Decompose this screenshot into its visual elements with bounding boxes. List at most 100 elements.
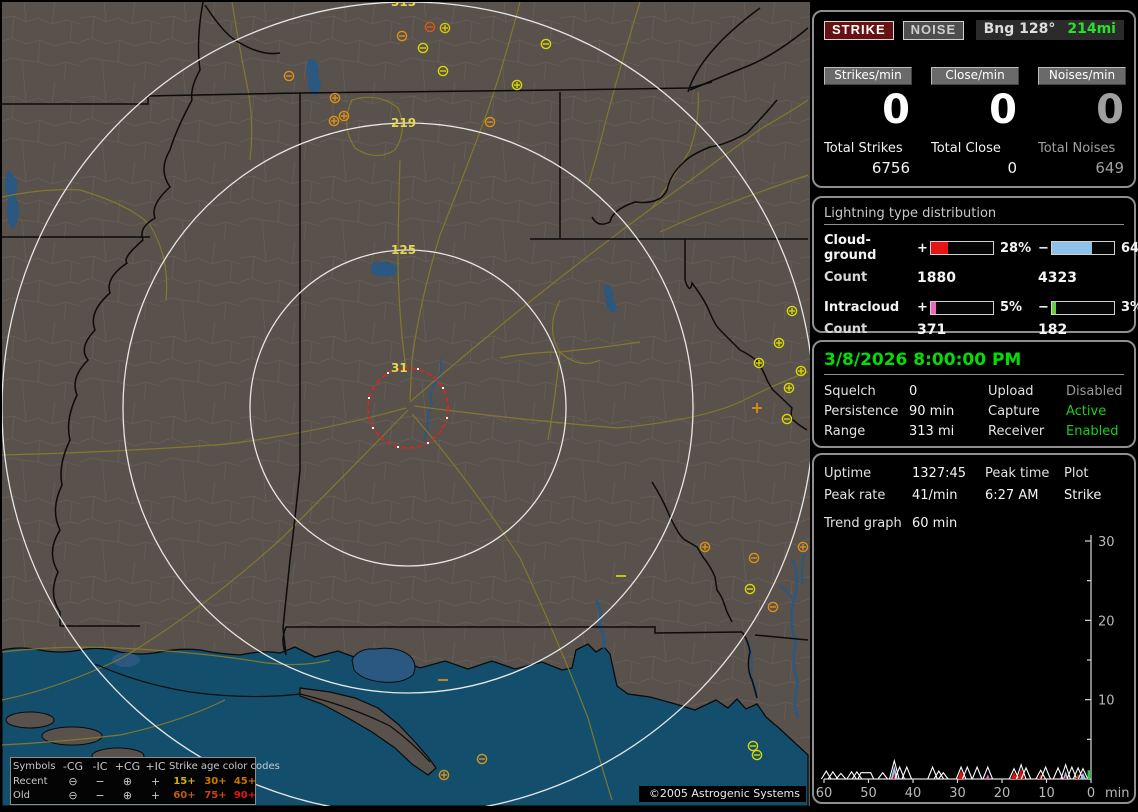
count-label: Count [824, 322, 917, 338]
total-strikes-label: Total Strikes [824, 141, 912, 156]
age-45: 45+ [231, 775, 259, 788]
plus-sign: + [917, 241, 930, 256]
svg-text:20: 20 [1098, 614, 1115, 629]
strikes-per-min-value: 0 [824, 90, 912, 130]
svg-text:31: 31 [391, 361, 408, 375]
legend-header-pcg: +CG [113, 760, 142, 773]
ic-minus-count: 182 [1038, 322, 1124, 338]
capture-label: Capture [988, 402, 1066, 422]
cloud-ground-count-row: Count 1880 4323 [824, 270, 1124, 286]
noises-per-min-column: Noises/min 0 Total Noises 649 [1038, 67, 1126, 177]
noises-per-min-value: 0 [1038, 90, 1126, 130]
peak-time-label: Peak time [985, 463, 1064, 485]
old-cg-minus-icon: ⊖ [59, 789, 87, 802]
upload-value: Disabled [1066, 382, 1124, 402]
plus-sign: + [917, 300, 930, 315]
svg-text:30: 30 [1098, 535, 1115, 550]
trend-graph: 3020106050403020100min [814, 455, 1134, 802]
total-close-value: 0 [931, 159, 1019, 177]
lightning-map[interactable]: 31321912531 Symbols -CG -IC +CG +IC Stri… [2, 2, 810, 806]
close-per-min-column: Close/min 0 Total Close 0 [931, 67, 1019, 177]
total-strikes-value: 6756 [824, 159, 912, 177]
svg-text:0: 0 [1087, 786, 1095, 801]
ic-minus-bar [1051, 301, 1115, 315]
legend-header-age: Strike age color codes [169, 760, 259, 773]
datetime-display: 3/8/2026 8:00:00 PM [824, 350, 1124, 375]
legend-header-nic: -IC [87, 760, 113, 773]
receiver-label: Receiver [988, 422, 1066, 442]
total-noises-label: Total Noises [1038, 141, 1126, 156]
intracloud-row: Intracloud + 5% − 3% [824, 300, 1124, 315]
peak-rate-value: 41/min [912, 485, 985, 507]
receiver-value: Enabled [1066, 422, 1124, 442]
svg-text:40: 40 [905, 786, 922, 801]
map-legend: Symbols -CG -IC +CG +IC Strike age color… [10, 757, 256, 805]
strike-mode-button[interactable]: STRIKE [824, 21, 894, 40]
bearing-readout: Bng 128° 214mi [976, 20, 1124, 40]
cg-minus-count: 4323 [1038, 270, 1124, 286]
upload-label: Upload [988, 382, 1066, 402]
count-label: Count [824, 270, 917, 286]
age-30: 30+ [200, 775, 231, 788]
intracloud-label: Intracloud [824, 300, 917, 315]
map-canvas: 31321912531 [2, 2, 810, 806]
status-panel: 3/8/2026 8:00:00 PM Squelch 0 Upload Dis… [812, 340, 1136, 448]
age-90: 90+ [231, 789, 259, 802]
cg-minus-pct: 64% [1115, 241, 1138, 256]
copyright-text: ©2005 Astrogenic Systems [639, 786, 806, 802]
legend-header-ncg: -CG [59, 760, 87, 773]
old-ic-minus-icon: − [87, 789, 113, 802]
svg-text:min: min [1105, 786, 1130, 801]
legend-header-symbols: Symbols [13, 760, 59, 773]
ic-minus-pct: 3% [1115, 300, 1138, 315]
total-noises-value: 649 [1038, 159, 1126, 177]
counters-panel: STRIKE NOISE Bng 128° 214mi Strikes/min 0… [812, 10, 1136, 188]
uptime-value: 1327:45 [912, 463, 985, 485]
close-per-min-value: 0 [931, 90, 1019, 130]
persistence-label: Persistence [824, 402, 909, 422]
peak-time-value: 6:27 AM [985, 485, 1064, 507]
svg-text:125: 125 [391, 243, 416, 257]
ic-plus-bar [930, 301, 994, 315]
svg-text:60: 60 [816, 786, 833, 801]
trend-panel: Uptime 1327:45 Peak time Plot Peak rate … [812, 453, 1136, 804]
strikes-per-min-column: Strikes/min 0 Total Strikes 6756 [824, 67, 912, 177]
cg-plus-pct: 28% [994, 241, 1038, 256]
noises-per-min-button[interactable]: Noises/min [1038, 67, 1126, 85]
bearing-range-value: 214mi [1067, 21, 1116, 37]
recent-ic-minus-icon: − [87, 775, 113, 788]
range-label: Range [824, 422, 909, 442]
trend-graph-value: 60 min [912, 516, 1124, 531]
svg-text:10: 10 [1038, 786, 1055, 801]
minus-sign: − [1038, 241, 1051, 256]
trend-graph-label: Trend graph [824, 516, 912, 531]
intracloud-count-row: Count 371 182 [824, 322, 1124, 338]
cloud-ground-label: Cloud-ground [824, 233, 917, 263]
distribution-panel: Lightning type distribution Cloud-ground… [812, 196, 1136, 333]
distribution-title: Lightning type distribution [824, 206, 1124, 225]
strikes-per-min-button[interactable]: Strikes/min [824, 67, 912, 85]
plot-label: Plot [1064, 463, 1124, 485]
age-15: 15+ [169, 775, 200, 788]
recent-cg-minus-icon: ⊖ [59, 775, 87, 788]
cg-minus-bar [1051, 241, 1115, 255]
svg-text:10: 10 [1098, 694, 1115, 709]
squelch-label: Squelch [824, 382, 909, 402]
svg-text:50: 50 [860, 786, 877, 801]
persistence-value: 90 min [909, 402, 988, 422]
svg-text:313: 313 [391, 2, 416, 9]
squelch-value: 0 [909, 382, 988, 402]
old-ic-plus-icon: + [142, 789, 169, 802]
bearing-value: Bng 128° [984, 21, 1056, 37]
recent-cg-plus-icon: ⊕ [113, 775, 142, 788]
close-per-min-button[interactable]: Close/min [931, 67, 1019, 85]
legend-header-pic: +IC [142, 760, 169, 773]
legend-row-recent-label: Recent [13, 775, 59, 788]
noise-mode-button[interactable]: NOISE [903, 21, 964, 40]
recent-ic-plus-icon: + [142, 775, 169, 788]
age-60: 60+ [169, 789, 200, 802]
legend-row-old-label: Old [13, 789, 59, 802]
svg-text:20: 20 [994, 786, 1011, 801]
age-75: 75+ [200, 789, 231, 802]
capture-value: Active [1066, 402, 1124, 422]
